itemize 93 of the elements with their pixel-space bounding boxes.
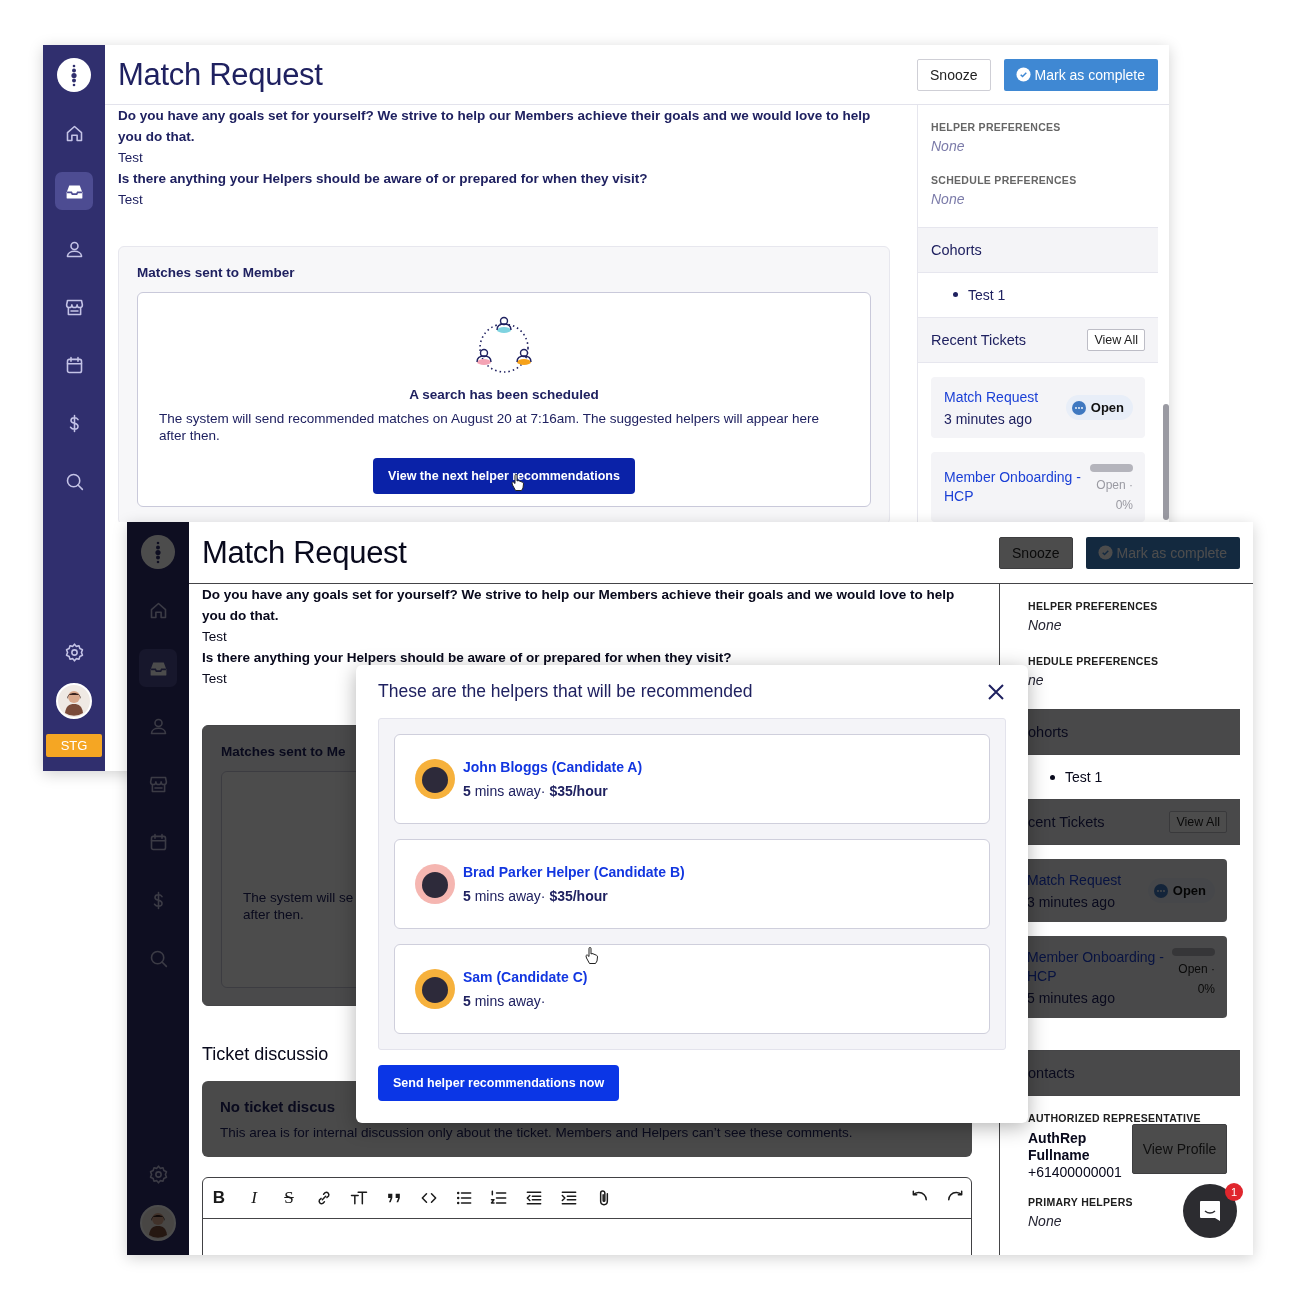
scrollbar[interactable] [1163,404,1169,520]
status-text: Open · [1096,478,1133,493]
field-label: PRIMARY HELPERS [1028,1196,1134,1208]
section-title: ontacts [1028,1065,1075,1081]
view-recommendations-button[interactable]: View the next helper recommendations [373,458,635,494]
ticket-title-link[interactable]: Member Onboarding - HCP [944,468,1084,507]
scheduled-text: The system will send recommended matches on August 20 at 7:16am. The suggested helpers will appear here after then. [159,410,821,444]
empty-description: This area is for internal discussion only about the ticket. Members and Helpers can’t see these comments. [220,1125,854,1140]
italic-button[interactable]: I [242,1186,266,1210]
strike-button[interactable]: S [277,1186,301,1210]
ticket-title-link[interactable]: Match Request [944,388,1039,408]
empty-title: No ticket discus [220,1098,337,1115]
hand-cursor-icon [585,947,599,964]
section-title: ohorts [1028,724,1069,740]
question-text: Is there anything your Helpers should be aware of or prepared for when they visit? [118,170,649,188]
helper-details: 5 mins away· $35/hour [463,887,609,904]
field-label: HELPER PREFERENCES [1028,600,1159,612]
scheduled-text: The system will se [243,889,354,906]
status-badge: Open [1065,395,1133,421]
user-avatar[interactable] [56,683,92,719]
mark-complete-button[interactable]: Mark as complete [1003,58,1158,91]
bullet-dot [953,292,958,298]
sidebar-item[interactable] [55,172,93,210]
field-label: HEDULE PREFERENCES [1028,655,1160,667]
ticket-time: 5 minutes ago [1027,990,1116,1006]
scheduled-text: after then. [243,906,304,923]
status-text: Open · [1178,962,1215,976]
ticket-time: 3 minutes ago [1027,894,1116,910]
contact-phone: +61400000001 [1028,1164,1123,1180]
card-title: Matches sent to Me [221,744,347,759]
progress-percent: 0% [1115,498,1133,513]
helper-name-link[interactable]: John Bloggs (Candidate A) [463,758,643,775]
field-label: SCHEDULE PREFERENCES [931,174,1078,187]
helper-details: 5 mins away· [463,992,547,1009]
helper-details: 5 mins away· $35/hour [463,782,609,799]
helper-card[interactable]: Brad Parker Helper (Candidate B) 5 mins away· $35/hour [394,838,990,929]
cohort-item: Test 1 [968,286,1006,303]
answer-text: Test [118,191,144,209]
field-value: None [931,191,966,206]
card-title: Matches sent to Member [137,265,296,280]
answer-text: Test [202,670,228,688]
scheduled-heading: A search has been scheduled [409,387,599,402]
field-value: None [931,138,966,153]
outdent-icon[interactable] [524,1188,544,1208]
helper-name-link[interactable]: Sam (Candidate C) [463,968,588,985]
question-text: Is there anything your Helpers should be aware of or prepared for when they visit? [202,649,733,667]
view-all-button[interactable]: View All [1087,328,1145,351]
avatar-icon [415,968,455,1009]
check-circle-icon [1097,545,1113,560]
section-title: Cohorts [931,241,982,258]
more-icon [1153,883,1168,898]
snooze-button[interactable]: Snooze [917,58,991,91]
environment-badge: STG [46,734,102,757]
field-label: HELPER PREFERENCES [931,121,1062,133]
section-heading: Ticket discussio [202,1044,330,1065]
field-label: AUTHORIZED REPRESENTATIVE [1028,1112,1202,1124]
loading-placeholder [1090,464,1133,473]
helper-card[interactable]: Sam (Candidate C) 5 mins away· [394,943,990,1034]
question-text: Do you have any goals set for yourself? We strive to help our Members achieve their goals and we would love to help you do that. [118,107,872,146]
helper-name-link[interactable]: Brad Parker Helper (Candidate B) [463,863,685,880]
comment-editor[interactable]: B I S [202,1177,972,1255]
bullet-dot [1050,774,1055,780]
chat-icon [1197,1198,1223,1224]
ticket-card[interactable]: Match Request 3 minutes ago Open [931,376,1145,439]
field-value: None [1028,617,1063,633]
logo-icon[interactable] [57,58,91,92]
indent-icon[interactable] [559,1188,579,1208]
send-recommendations-button[interactable]: Send helper recommendations now [378,1064,620,1101]
page-title: Match Request [202,534,408,571]
section-title: cent Tickets [1028,814,1105,830]
settings-icon[interactable] [63,642,85,663]
answer-text: Test [118,149,144,167]
more-icon [1071,400,1086,415]
modal-title: These are the helpers that will be recommended [378,681,753,703]
answer-text: Test [202,628,228,646]
cohort-item: Test 1 [1065,769,1103,785]
helper-card[interactable]: John Bloggs (Candidate A) 5 mins away· $35/hour [394,733,990,824]
ticket-card[interactable]: Member Onboarding - HCP Open · 0% [931,452,1145,522]
check-circle-icon [1015,67,1031,82]
text-size-icon[interactable] [349,1188,369,1208]
field-value: ne [1028,672,1045,688]
contact-name: AuthRep Fullname [1028,1130,1091,1164]
close-icon [986,681,1006,702]
bold-button[interactable]: B [207,1186,231,1210]
section-title: Recent Tickets [931,331,1027,348]
page-title: Match Request [118,56,324,93]
avatar-icon [415,863,455,904]
avatar-icon [415,758,455,799]
field-value: None [1028,1213,1063,1229]
ticket-time: 3 minutes ago [944,411,1033,428]
progress-percent: 0% [1197,982,1215,996]
question-text: Do you have any goals set for yourself? We strive to help our Members achieve their goals and we would love to help you do that. [202,586,956,625]
close-button[interactable] [986,681,1006,702]
